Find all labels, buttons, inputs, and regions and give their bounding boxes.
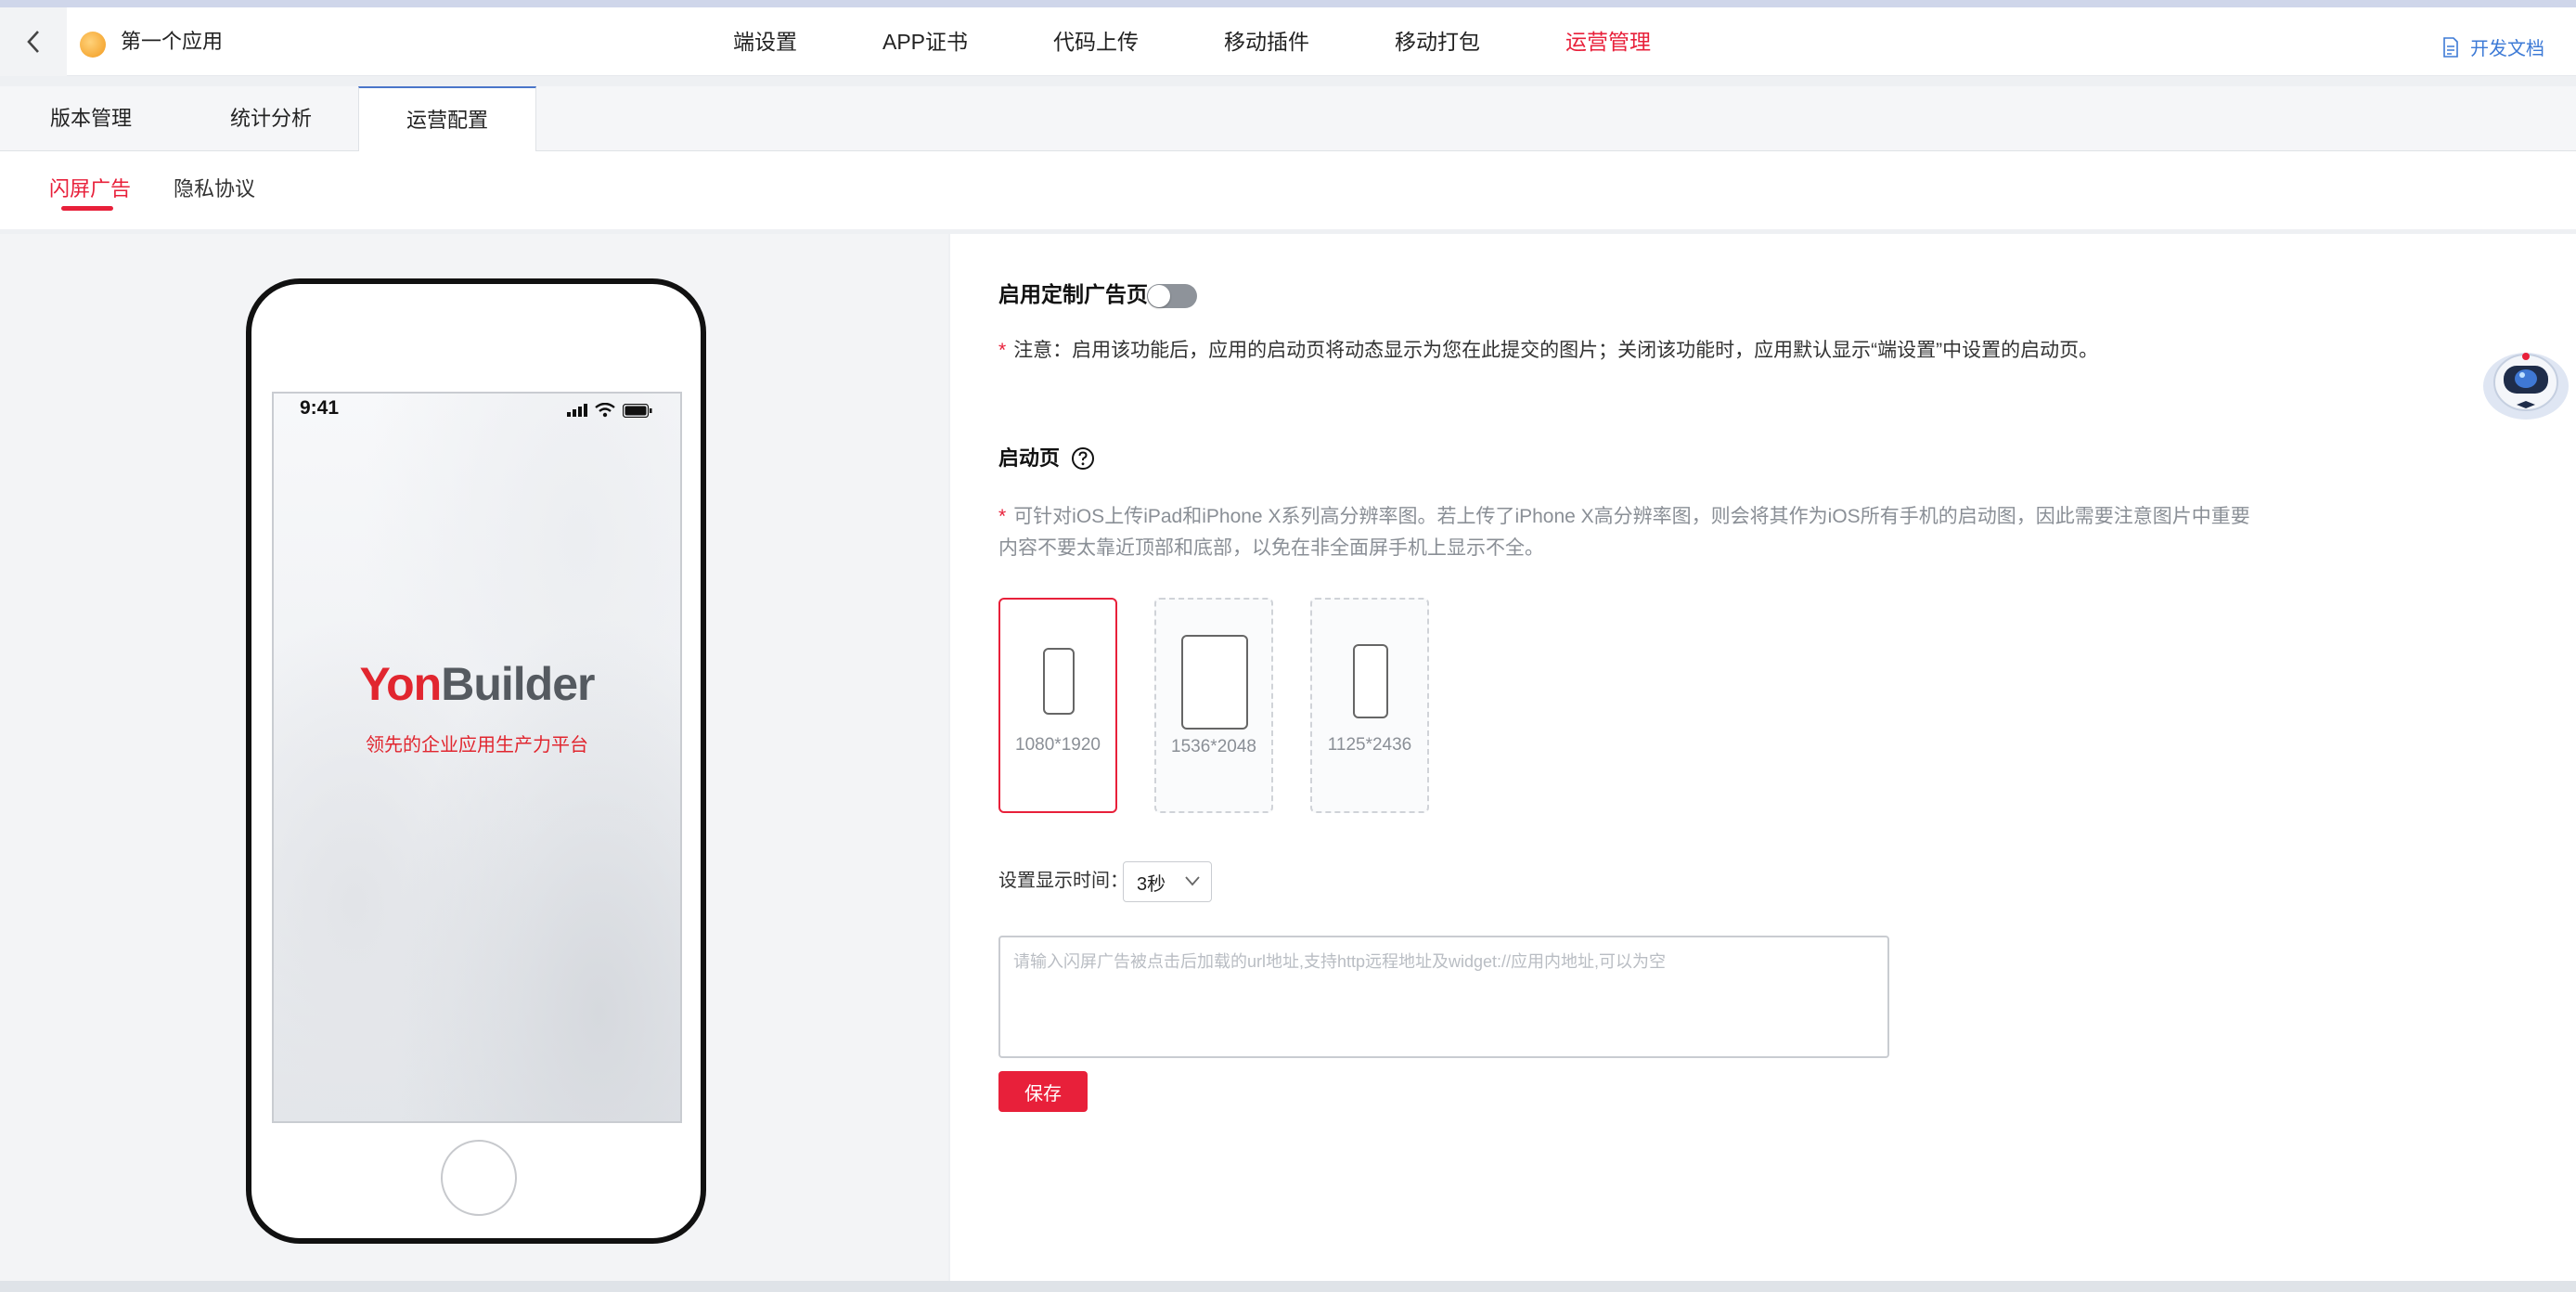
top-strip — [0, 0, 2576, 7]
feature-note-text: 注意：启用该功能后，应用的启动页将动态显示为您在此提交的图片；关闭该功能时，应用… — [1013, 340, 2099, 361]
custom-ad-toggle-label: 启用定制广告页 — [998, 282, 1148, 306]
nav-item-operations[interactable]: 运营管理 — [1565, 26, 1651, 58]
brand-logo-part2: Builder — [441, 658, 595, 710]
nav-item-mobile-packaging[interactable]: 移动打包 — [1395, 26, 1480, 58]
phone-screen: 9:41 YonBuilder 领先的企业应用生产力平台 — [272, 392, 682, 1123]
launch-page-title: 启动页 — [998, 442, 1095, 475]
display-time-value: 3秒 — [1137, 873, 1166, 895]
nav-item-client-settings[interactable]: 端设置 — [733, 26, 797, 58]
size-label: 1080*1920 — [1015, 735, 1101, 755]
brand-logo: YonBuilder — [274, 657, 680, 711]
dev-docs-link[interactable]: 开发文档 — [2442, 33, 2544, 60]
app-title: 第一个应用 — [121, 30, 224, 53]
sub-tabs: 版本管理 统计分析 运营配置 — [0, 86, 2576, 152]
chevron-left-icon — [27, 31, 39, 53]
brand-logo-part1: Yon — [359, 658, 443, 710]
settings-panel: 启用定制广告页 * 注意：启用该功能后，应用的启动页将动态显示为您在此提交的图片；… — [950, 234, 2576, 1281]
brand-slogan: 领先的企业应用生产力平台 — [366, 735, 588, 756]
size-label: 1536*2048 — [1171, 737, 1256, 756]
document-icon — [2443, 36, 2458, 58]
home-button-icon — [441, 1140, 517, 1216]
main-nav: 端设置 APP证书 代码上传 移动插件 移动打包 运营管理 — [733, 26, 1736, 58]
section-tabs: 闪屏广告 隐私协议 — [0, 151, 2576, 229]
nav-item-code-upload[interactable]: 代码上传 — [1053, 26, 1139, 58]
phone-icon — [1043, 648, 1075, 715]
required-star: * — [998, 506, 1007, 527]
tab-privacy-agreement[interactable]: 隐私协议 — [174, 174, 255, 205]
size-option-1080x1920[interactable]: 1080*1920 — [998, 598, 1117, 813]
signal-icon — [567, 404, 587, 417]
required-star: * — [998, 340, 1007, 361]
phone-mockup: 9:41 YonBuilder 领先的企业应用生产力平台 — [246, 278, 706, 1244]
tab-version-management[interactable]: 版本管理 — [0, 86, 182, 151]
bottom-bar — [0, 1281, 2576, 1292]
launch-page-title-text: 启动页 — [998, 446, 1061, 470]
chevron-down-icon — [1185, 876, 1200, 886]
size-label: 1125*2436 — [1327, 735, 1412, 755]
battery-icon — [623, 403, 652, 418]
wifi-icon — [595, 403, 615, 418]
custom-ad-toggle[interactable] — [1147, 284, 1197, 308]
size-option-1536x2048[interactable]: 1536*2048 — [1154, 598, 1273, 813]
toggle-knob — [1148, 285, 1170, 307]
preview-panel: 9:41 YonBuilder 领先的企业应用生产力平台 — [0, 234, 948, 1281]
status-icons — [567, 403, 652, 418]
help-icon[interactable] — [1071, 446, 1095, 471]
ad-url-input[interactable] — [998, 936, 1889, 1058]
back-button[interactable] — [0, 7, 67, 76]
app-logo-icon — [80, 32, 106, 58]
nav-item-mobile-plugins[interactable]: 移动插件 — [1224, 26, 1309, 58]
tab-statistics[interactable]: 统计分析 — [182, 86, 360, 151]
dev-docs-label: 开发文档 — [2470, 39, 2544, 59]
display-time-label: 设置显示时间： — [998, 871, 1128, 891]
feature-note: * 注意：启用该功能后，应用的启动页将动态显示为您在此提交的图片；关闭该功能时，应… — [998, 334, 2098, 368]
display-time-select[interactable]: 3秒 — [1123, 861, 1212, 902]
tablet-icon — [1181, 635, 1248, 730]
resolution-note-text: 可针对iOS上传iPad和iPhone X系列高分辨率图。若上传了iPhone … — [998, 506, 2250, 559]
active-tab-indicator — [61, 206, 113, 211]
assistant-robot-icon[interactable] — [2478, 338, 2570, 423]
tab-splash-ad[interactable]: 闪屏广告 — [49, 174, 131, 205]
save-button[interactable]: 保存 — [998, 1071, 1088, 1112]
nav-item-app-certificate[interactable]: APP证书 — [882, 26, 968, 58]
status-time: 9:41 — [300, 397, 340, 419]
size-option-1125x2436[interactable]: 1125*2436 — [1310, 598, 1429, 813]
resolution-note: * 可针对iOS上传iPad和iPhone X系列高分辨率图。若上传了iPhone… — [998, 501, 2251, 564]
tab-operations-config[interactable]: 运营配置 — [358, 86, 536, 152]
app-header: 第一个应用 端设置 APP证书 代码上传 移动插件 移动打包 运营管理 开发文档 — [0, 7, 2576, 76]
phone-x-icon — [1353, 644, 1388, 718]
